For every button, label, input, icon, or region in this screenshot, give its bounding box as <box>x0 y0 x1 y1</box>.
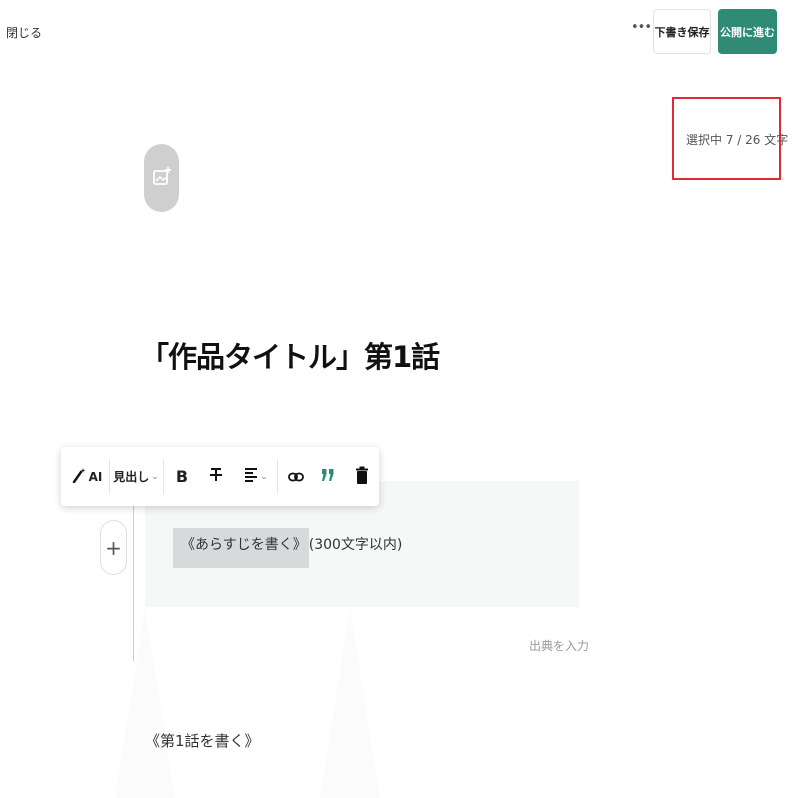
background-ray <box>115 608 175 798</box>
save-draft-label: 下書き保存 <box>654 25 710 39</box>
link-icon <box>288 467 304 486</box>
align-dropdown[interactable]: ⌄ <box>239 447 273 506</box>
quote-button[interactable] <box>315 447 341 506</box>
add-block-button[interactable]: + <box>100 520 127 575</box>
synopsis-rest-text: (300文字以内) <box>308 537 403 553</box>
heading-dropdown[interactable]: 見出し ⌄ <box>111 447 161 506</box>
plus-icon: + <box>105 535 122 560</box>
source-input[interactable]: 出典を入力 <box>529 637 589 654</box>
synopsis-text[interactable]: 《あらすじを書く》 (300文字以内) <box>173 528 403 568</box>
more-options-icon[interactable]: ••• <box>631 20 652 35</box>
publish-button[interactable]: 公開に進む <box>718 9 777 54</box>
save-draft-button[interactable]: 下書き保存 <box>653 9 711 54</box>
add-image-icon <box>151 165 173 191</box>
toolbar-divider <box>163 459 164 494</box>
toolbar-divider <box>109 459 110 494</box>
bold-icon: B <box>175 467 189 486</box>
strikethrough-button[interactable] <box>203 447 229 506</box>
quote-icon <box>321 467 335 486</box>
publish-label: 公開に進む <box>720 25 775 39</box>
ai-wand-icon <box>72 467 86 487</box>
toolbar-divider <box>277 459 278 494</box>
link-button[interactable] <box>283 447 309 506</box>
delete-block-button[interactable] <box>349 447 375 506</box>
selection-counter: 選択中 7 / 26 文字 <box>686 133 789 147</box>
episode-body-text[interactable]: 《第1話を書く》 <box>145 730 260 751</box>
formatting-toolbar: AI 見出し ⌄ B ⌄ <box>61 447 379 506</box>
block-gutter-line <box>133 505 134 661</box>
background-ray <box>320 608 380 798</box>
heading-label: 見出し <box>113 470 150 484</box>
chevron-down-icon: ⌄ <box>260 471 268 482</box>
bold-button[interactable]: B <box>169 447 195 506</box>
ai-label: AI <box>88 469 103 484</box>
add-image-button[interactable] <box>144 144 179 212</box>
close-button[interactable]: 閉じる <box>6 24 42 41</box>
ai-assist-button[interactable]: AI <box>67 447 107 506</box>
align-icon <box>244 467 258 487</box>
selected-text[interactable]: 《あらすじを書く》 <box>173 528 309 568</box>
strikethrough-icon <box>209 467 223 487</box>
trash-icon <box>356 466 368 488</box>
chevron-down-icon: ⌄ <box>151 471 159 482</box>
episode-title[interactable]: 「作品タイトル」第1話 <box>140 334 440 376</box>
